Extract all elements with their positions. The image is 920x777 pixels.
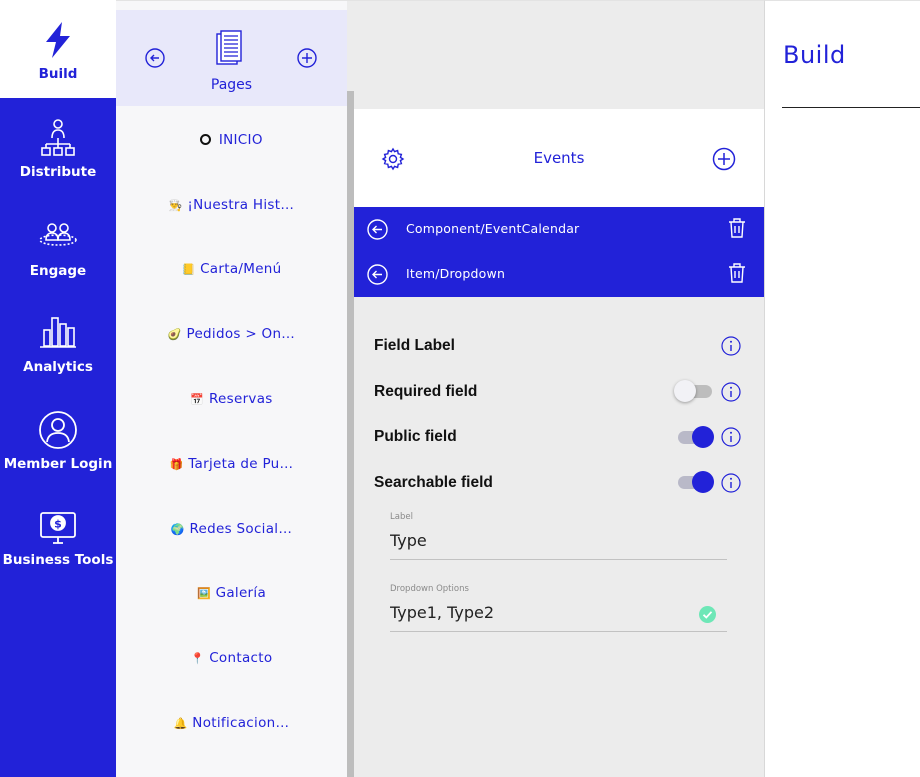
globe-emoji-icon: 🌍 — [170, 523, 185, 536]
info-icon[interactable] — [721, 336, 741, 356]
page-item[interactable]: 🥑 Pedidos > On… — [116, 326, 347, 342]
pages-title: Pages — [210, 77, 253, 93]
page-item-label: Notificacion… — [192, 715, 290, 731]
monitor-dollar-icon: $ — [40, 512, 76, 544]
page-item-label: Reservas — [208, 391, 273, 407]
info-icon[interactable] — [721, 382, 741, 402]
avocado-emoji-icon: 🥑 — [167, 328, 182, 341]
scrollbar-track — [347, 1, 354, 91]
breadcrumb-label: Item/Dropdown — [406, 266, 506, 281]
editor-panel: Events Component/EventCalendar Item/Drop… — [354, 0, 764, 777]
breadcrumb: Component/EventCalendar Item/Dropdown — [354, 207, 764, 297]
page-item[interactable]: 🌍 Redes Social… — [116, 521, 347, 537]
searchable-field-heading: Searchable field — [374, 474, 493, 491]
pages-panel: Pages INICIO 👨‍🍳 ¡Nuestra Hist… 📒 Carta/… — [116, 0, 354, 777]
page-item[interactable]: 👨‍🍳 ¡Nuestra Hist… — [116, 197, 347, 213]
preview-panel: Build — [764, 0, 920, 777]
toggle-knob — [692, 426, 714, 448]
page-item-label: Pedidos > On… — [186, 326, 296, 342]
label-field: Label — [390, 512, 727, 560]
add-event-icon[interactable] — [712, 147, 736, 171]
events-title: Events — [533, 149, 585, 167]
page-item[interactable]: 🎁 Tarjeta de Pu… — [116, 456, 347, 472]
toggle-knob — [692, 471, 714, 493]
lightning-icon — [46, 22, 70, 58]
nav-item-distribute[interactable]: Distribute — [0, 98, 116, 196]
add-page-icon[interactable] — [297, 48, 317, 68]
page-item[interactable]: 📒 Carta/Menú — [116, 261, 347, 277]
required-field-toggle[interactable] — [674, 380, 714, 402]
nav-item-label: Member Login — [3, 456, 113, 472]
public-field-heading: Public field — [374, 428, 457, 445]
label-input[interactable] — [390, 528, 690, 552]
breadcrumb-item[interactable]: Item/Dropdown — [354, 252, 764, 297]
page-item[interactable]: 🔔 Notificacion… — [116, 715, 347, 731]
toggle-knob — [674, 380, 696, 402]
svg-text:$: $ — [54, 518, 62, 531]
trash-icon[interactable] — [727, 262, 747, 284]
people-group-icon — [39, 223, 77, 246]
info-icon[interactable] — [721, 427, 741, 447]
preview-title: Build — [783, 41, 846, 69]
events-header: Events — [354, 109, 764, 207]
picture-emoji-icon: 🖼️ — [196, 587, 211, 600]
pages-doc-icon — [216, 30, 242, 65]
nav-item-analytics[interactable]: Analytics — [0, 294, 116, 392]
bell-emoji-icon: 🔔 — [173, 717, 188, 730]
dropdown-options-input[interactable] — [390, 600, 690, 624]
page-item-label: ¡Nuestra Hist… — [187, 197, 295, 213]
calendar-emoji-icon: 📅 — [190, 393, 205, 406]
searchable-field-toggle[interactable] — [676, 471, 714, 493]
back-arrow-icon[interactable] — [367, 219, 388, 240]
check-circle-icon — [699, 606, 716, 623]
org-chart-icon — [41, 119, 75, 156]
back-arrow-icon[interactable] — [145, 48, 165, 68]
page-item[interactable]: 🖼️ Galería — [116, 585, 347, 601]
trash-icon[interactable] — [727, 217, 747, 239]
pin-emoji-icon: 📍 — [190, 652, 205, 665]
info-icon[interactable] — [721, 473, 741, 493]
user-circle-icon — [39, 411, 77, 449]
breadcrumb-label: Component/EventCalendar — [406, 221, 580, 236]
page-item-label: Galería — [215, 585, 267, 601]
page-item[interactable]: 📍 Contacto — [116, 650, 347, 666]
nav-item-label: Distribute — [19, 164, 97, 180]
public-field-toggle[interactable] — [676, 426, 714, 448]
page-item-label: INICIO — [218, 132, 263, 148]
nav-item-label: Business Tools — [2, 552, 114, 568]
breadcrumb-item[interactable]: Component/EventCalendar — [354, 207, 764, 252]
nav-item-label: Engage — [29, 263, 87, 279]
back-arrow-icon[interactable] — [367, 264, 388, 285]
page-item[interactable]: 📅 Reservas — [116, 391, 347, 407]
field-label-heading: Field Label — [374, 337, 455, 354]
nav-item-build[interactable]: Build — [0, 0, 116, 98]
chef-emoji-icon: 👨‍🍳 — [168, 199, 183, 212]
notebook-emoji-icon: 📒 — [181, 263, 196, 276]
main-nav: Build Distribute Engage Analytics Member… — [0, 0, 116, 777]
bar-chart-icon — [40, 317, 76, 348]
dropdown-options-field: Dropdown Options — [390, 584, 727, 632]
gift-emoji-icon: 🎁 — [169, 458, 184, 471]
dropdown-options-caption: Dropdown Options — [390, 584, 469, 594]
label-field-caption: Label — [390, 512, 413, 522]
nav-item-engage[interactable]: Engage — [0, 196, 116, 294]
page-item[interactable]: INICIO — [116, 132, 347, 148]
nav-item-label: Analytics — [23, 359, 93, 375]
scrollbar-thumb[interactable] — [347, 91, 354, 777]
nav-item-member-login[interactable]: Member Login — [0, 392, 116, 490]
required-field-heading: Required field — [374, 383, 478, 400]
page-item-label: Redes Social… — [189, 521, 293, 537]
page-item-label: Contacto — [209, 650, 273, 666]
preview-divider — [782, 107, 920, 108]
pages-header: Pages — [116, 10, 347, 106]
nav-item-label: Build — [38, 66, 78, 82]
page-item-label: Carta/Menú — [200, 261, 282, 277]
nav-item-business-tools[interactable]: $ Business Tools — [0, 490, 116, 588]
page-item-label: Tarjeta de Pu… — [188, 456, 294, 472]
circle-icon — [200, 134, 212, 145]
